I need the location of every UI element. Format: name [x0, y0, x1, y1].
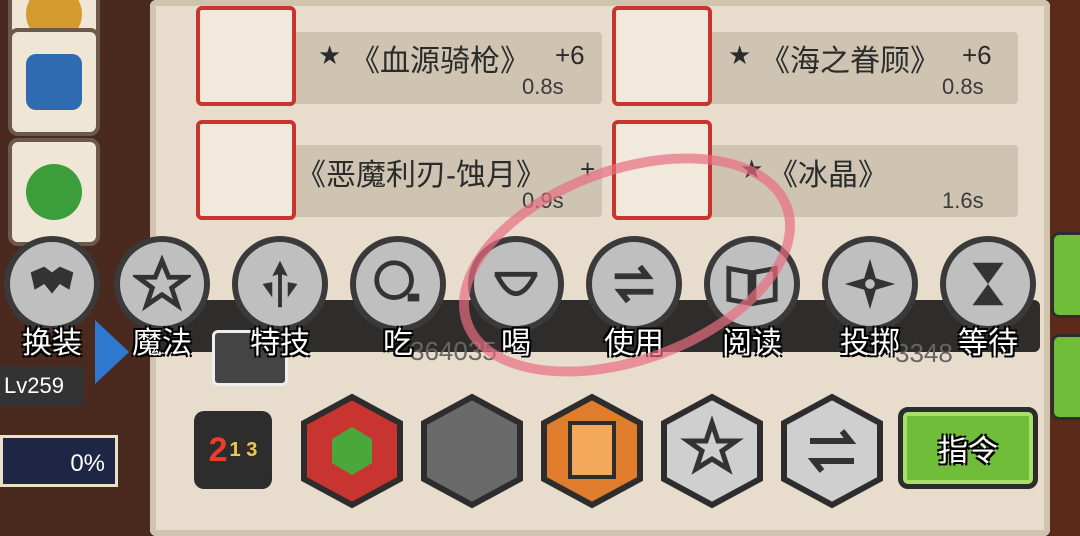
action-throw[interactable]: 投掷 [812, 236, 928, 360]
item-level: +6 [962, 40, 992, 70]
sort-main: 2 [208, 430, 228, 469]
filter-gem-button[interactable] [300, 393, 404, 509]
hexagon-icon [421, 393, 523, 509]
action-drink[interactable]: 喝 [458, 236, 574, 360]
progress-indicator: 0% [0, 435, 118, 487]
action-label: 吃 [383, 327, 413, 360]
play-arrow-icon[interactable] [95, 320, 129, 384]
item-level: +6 [555, 40, 585, 70]
item-icon-pumpkin-lance[interactable] [196, 6, 296, 106]
item-time: 0.8s [942, 74, 984, 99]
action-read[interactable]: 阅读 [694, 236, 810, 360]
action-label: 投掷 [840, 327, 900, 360]
level-badge: Lv259 [0, 366, 84, 406]
item-icon-demon-blade[interactable] [196, 120, 296, 220]
action-label: 使用 [604, 327, 664, 360]
item-star: ★ [740, 154, 764, 184]
item-name: 《血源骑枪》 [350, 45, 530, 78]
gem-icon [301, 393, 403, 509]
action-wait[interactable]: 等待 [930, 236, 1046, 360]
action-eat[interactable]: 吃 [340, 236, 456, 360]
ring-icon [26, 164, 82, 220]
filter-empty-button[interactable] [420, 393, 524, 509]
item-name: 《冰晶》 [768, 159, 888, 192]
action-skill[interactable]: 特技 [222, 236, 338, 360]
command-button[interactable]: 指令 [898, 407, 1038, 489]
action-equip[interactable]: 换装 [0, 236, 110, 360]
item-star: ★ [318, 40, 342, 70]
side-tab-2[interactable] [1051, 334, 1080, 420]
item-name: 《恶魔利刃-蚀月》 [296, 159, 546, 192]
star-icon [661, 393, 763, 509]
item-icon-ice-crystal[interactable] [612, 120, 712, 220]
action-label: 特技 [250, 327, 310, 360]
filter-use-button[interactable] [780, 393, 884, 509]
action-label: 换装 [22, 327, 82, 360]
item-time: 0.8s [522, 74, 564, 99]
bottom-toolbar: 21 3 指令 [150, 385, 1050, 509]
item-level: + [580, 154, 596, 184]
item-time: 1.6s [942, 188, 984, 213]
swap-arrows-icon [781, 393, 883, 509]
item-time: 0.9s [522, 188, 564, 213]
item-name: 《海之眷顾》 [760, 45, 940, 78]
action-use[interactable]: 使用 [576, 236, 692, 360]
equipment-slot-boots[interactable] [8, 28, 100, 136]
boots-icon [26, 54, 82, 110]
tome-icon [541, 393, 643, 509]
sort-button[interactable]: 21 3 [194, 411, 272, 489]
equipment-slot-ring[interactable] [8, 138, 100, 246]
filter-magic-button[interactable] [660, 393, 764, 509]
action-label: 等待 [958, 327, 1018, 360]
item-star: ★ [728, 40, 752, 70]
filter-book-button[interactable] [540, 393, 644, 509]
action-label: 阅读 [722, 327, 782, 360]
action-label: 喝 [501, 327, 531, 360]
action-bar: 换装 魔法 特技 吃 喝 使用 阅读 投掷 等待 [0, 236, 1080, 360]
item-icon-sea-blessing[interactable] [612, 6, 712, 106]
sort-sub: 1 3 [229, 438, 258, 461]
side-tab-1[interactable] [1051, 232, 1080, 318]
